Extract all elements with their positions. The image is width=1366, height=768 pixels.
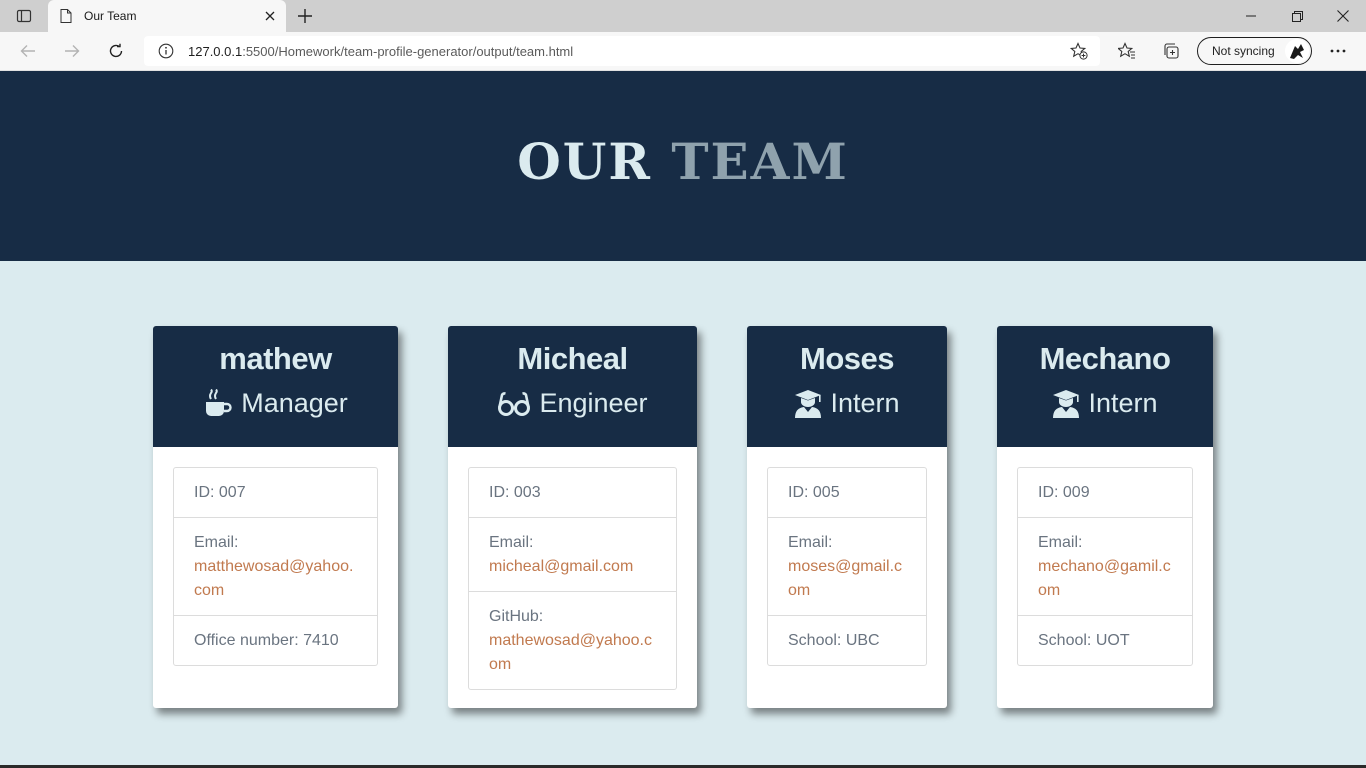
minimize-icon [1246,15,1256,17]
employee-name: Moses [800,341,894,376]
github-link[interactable]: mathewosad@yahoo.com [489,629,656,677]
school: School: UBC [768,615,926,665]
new-tab-button[interactable] [292,4,318,28]
forward-button[interactable] [56,36,88,66]
url-text[interactable]: 127.0.0.1:5500/Homework/team-profile-gen… [188,44,1064,59]
collections-icon [1164,43,1179,59]
plus-icon [298,9,312,23]
card-header: Micheal Engineer [448,326,697,447]
employee-role: Engineer [448,388,697,419]
employee-id: ID: 009 [1038,484,1090,501]
tab-actions-icon [16,9,32,23]
email-link[interactable]: mechano@gamil.com [1038,555,1172,603]
back-button[interactable] [12,36,44,66]
employee-name: Mechano [1039,341,1171,376]
employee-email-row: Email: micheal@gmail.com [469,517,676,591]
employee-card-intern-mechano: Mechano Intern ID: 009 Email: mechano@ga… [997,326,1213,708]
title-word-our: OUR [517,131,652,191]
star-add-icon [1070,42,1088,60]
info-icon[interactable] [158,43,174,59]
refresh-icon [109,43,123,58]
employee-name: mathew [219,341,332,376]
graduate-icon [795,389,822,418]
employee-id: ID: 003 [489,484,541,501]
office-number: Office number: 7410 [174,615,377,665]
profile-sync-button[interactable]: Not syncing [1197,37,1312,65]
page-icon [58,8,74,24]
employee-card-engineer: Micheal Engineer ID: 003 Email: micheal@… [448,326,697,708]
employee-id: ID: 007 [194,484,246,501]
employee-role: Manager [153,388,398,419]
employee-details-list: ID: 005 Email: moses@gmail.com School: U… [767,467,927,666]
email-link[interactable]: micheal@gmail.com [489,555,656,579]
close-icon [265,11,275,21]
profile-avatar-icon [1290,44,1304,59]
page-header: OUR TEAM [0,71,1366,261]
browser-tab-strip: Our Team [0,0,1366,32]
close-icon [1337,10,1349,22]
role-label: Intern [1088,388,1158,418]
employee-details-list: ID: 007 Email: matthewosad@yahoo.com Off… [173,467,378,666]
url-host: 127.0.0.1 [188,43,243,59]
employee-details-list: ID: 009 Email: mechano@gamil.com School:… [1017,467,1193,666]
card-header: Mechano Intern [997,326,1213,447]
arrow-right-icon [65,45,80,57]
card-header: Moses Intern [747,326,947,447]
tab-title: Our Team [84,9,137,23]
settings-more-button[interactable] [1322,36,1354,66]
employee-details-list: ID: 003 Email: micheal@gmail.com GitHub:… [468,467,677,690]
browser-toolbar: 127.0.0.1:5500/Homework/team-profile-gen… [0,32,1366,71]
favorites-button[interactable] [1111,36,1143,66]
graduate-icon [1053,389,1080,418]
refresh-button[interactable] [100,36,132,66]
employee-id: ID: 005 [788,484,840,501]
github-row: GitHub: mathewosad@yahoo.com [469,591,676,689]
arrow-left-icon [20,45,35,57]
tab-close-button[interactable] [258,4,282,28]
close-window-button[interactable] [1320,0,1366,32]
restore-button[interactable] [1274,0,1320,32]
tab-actions-button[interactable] [8,4,40,28]
card-header: mathew Manager [153,326,398,447]
employee-email-row: Email: matthewosad@yahoo.com [174,517,377,615]
page-title: OUR TEAM [517,132,849,191]
avatar [1285,39,1309,63]
email-label: Email: [788,534,833,551]
email-label: Email: [1038,534,1083,551]
browser-tab[interactable]: Our Team [48,0,286,32]
glasses-icon [498,391,531,416]
email-label: Email: [489,534,534,551]
email-link[interactable]: matthewosad@yahoo.com [194,555,357,603]
email-link[interactable]: moses@gmail.com [788,555,906,603]
employee-role: Intern [997,388,1213,419]
employee-card-manager: mathew Manager ID: 007 Email: matthewosa… [153,326,398,708]
employee-email-row: Email: moses@gmail.com [768,517,926,615]
sync-label: Not syncing [1212,44,1275,58]
role-label: Engineer [539,388,648,418]
email-label: Email: [194,534,239,551]
url-path: :5500/Homework/team-profile-generator/ou… [242,43,574,59]
title-word-team: TEAM [671,131,849,191]
minimize-button[interactable] [1228,0,1274,32]
employee-email-row: Email: mechano@gamil.com [1018,517,1192,615]
employee-role: Intern [747,388,947,419]
restore-icon [1291,10,1303,22]
add-favorite-button[interactable] [1064,36,1094,66]
role-label: Manager [241,388,348,418]
role-label: Intern [830,388,900,418]
address-bar[interactable]: 127.0.0.1:5500/Homework/team-profile-gen… [144,36,1100,66]
collections-button[interactable] [1155,36,1187,66]
employee-card-intern-moses: Moses Intern ID: 005 Email: moses@gmail.… [747,326,947,708]
school: School: UOT [1018,615,1192,665]
more-icon [1330,49,1346,53]
github-label: GitHub: [489,608,544,625]
favorites-icon [1118,42,1135,59]
coffee-icon [206,388,232,416]
employee-name: Micheal [517,341,628,376]
